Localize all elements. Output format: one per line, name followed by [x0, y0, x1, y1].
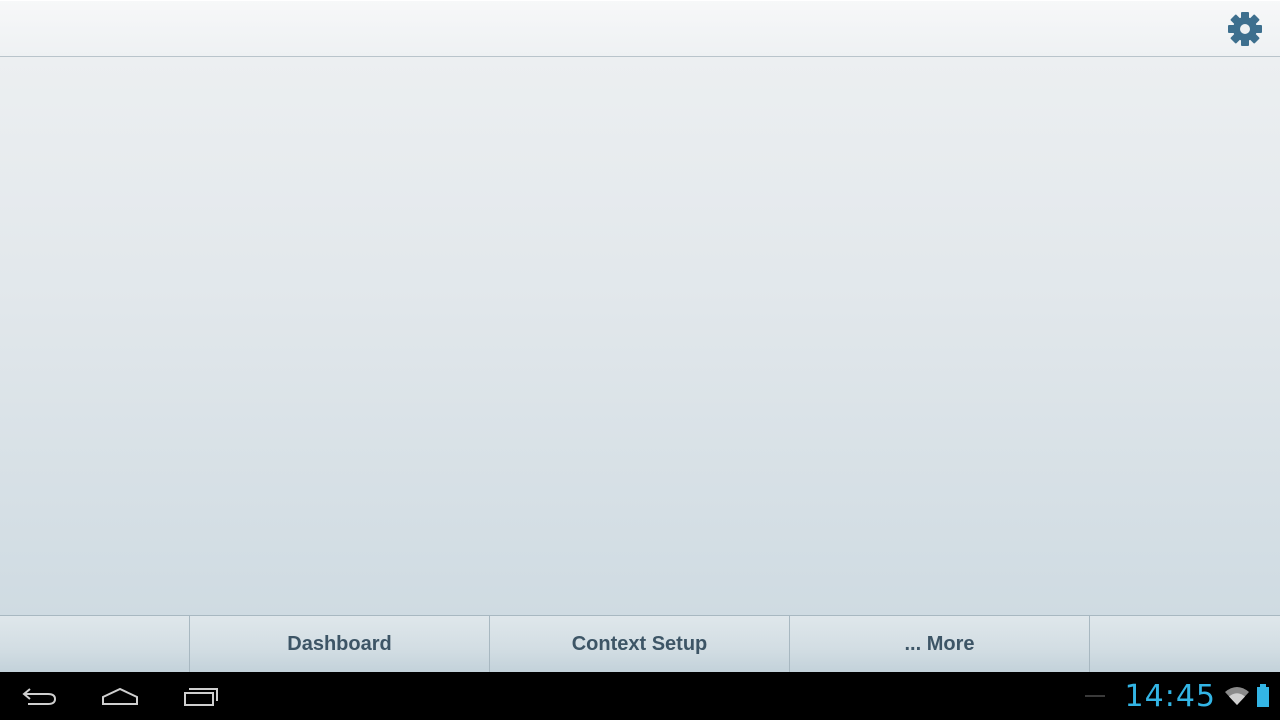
tab-more[interactable]: ... More	[790, 616, 1090, 672]
recents-button[interactable]	[166, 672, 236, 720]
action-bar	[0, 0, 1280, 57]
tab-context-setup[interactable]: Context Setup	[490, 616, 790, 672]
recents-icon	[181, 684, 221, 708]
system-navigation-bar: 14:45	[0, 672, 1280, 720]
tab-bar-spacer-right	[1090, 616, 1280, 672]
main-content	[0, 57, 1280, 615]
tab-bar-spacer-left	[0, 616, 190, 672]
bottom-tab-bar: Dashboard Context Setup ... More	[0, 615, 1280, 672]
back-button[interactable]	[5, 672, 75, 720]
tab-label: Dashboard	[287, 632, 392, 655]
tab-label: Context Setup	[571, 632, 708, 655]
tab-label: ... More	[904, 632, 975, 655]
gear-icon	[1227, 11, 1263, 47]
wifi-icon	[1224, 685, 1250, 707]
clock: 14:45	[1124, 678, 1216, 714]
back-icon	[20, 684, 60, 708]
battery-icon	[1256, 684, 1270, 708]
home-icon	[100, 684, 140, 708]
status-area[interactable]: 14:45	[1084, 672, 1270, 720]
settings-button[interactable]	[1226, 10, 1264, 48]
notification-indicator	[1084, 695, 1105, 697]
home-button[interactable]	[85, 672, 155, 720]
tab-dashboard[interactable]: Dashboard	[190, 616, 490, 672]
